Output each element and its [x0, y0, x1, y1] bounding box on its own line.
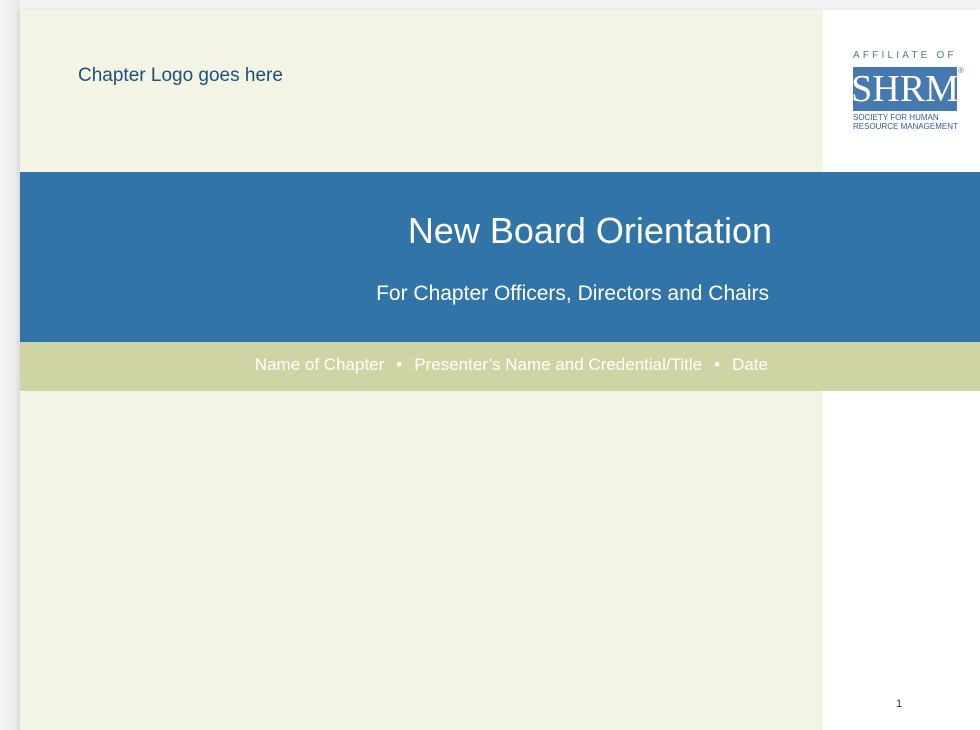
- slide[interactable]: Chapter Logo goes here AFFILIATE OF SHRM…: [20, 10, 980, 730]
- shrm-wordmark-box: SHRM: [851, 67, 959, 111]
- shrm-logo: AFFILIATE OF SHRM ® SOCIETY FOR HUMAN RE…: [851, 50, 965, 140]
- presenter-name: Presenter’s Name and Credential/Title: [414, 355, 703, 374]
- bullet-separator: •: [714, 355, 721, 374]
- shrm-wordmark: SHRM: [851, 68, 959, 110]
- presentation-date: Date: [732, 355, 768, 374]
- shrm-tagline-line-2: RESOURCE MANAGEMENT: [853, 122, 958, 131]
- shrm-tagline-line-1: SOCIETY FOR HUMAN: [853, 113, 939, 122]
- chapter-logo-placeholder[interactable]: Chapter Logo goes here: [78, 65, 283, 87]
- registered-mark: ®: [958, 66, 964, 75]
- info-band: Name of Chapter • Presenter’s Name and C…: [20, 342, 980, 391]
- window-top-edge: [0, 0, 980, 10]
- slide-title[interactable]: New Board Orientation: [408, 210, 772, 252]
- presenter-info-line[interactable]: Name of Chapter • Presenter’s Name and C…: [255, 355, 768, 375]
- shrm-affiliate-text: AFFILIATE OF: [853, 50, 957, 61]
- title-band: New Board Orientation For Chapter Office…: [20, 172, 980, 342]
- window-left-edge: [0, 0, 20, 730]
- page-number: 1: [896, 698, 903, 710]
- chapter-name: Name of Chapter: [254, 355, 385, 374]
- shrm-tagline: SOCIETY FOR HUMAN RESOURCE MANAGEMENT: [853, 113, 965, 131]
- bullet-separator: •: [396, 355, 403, 374]
- slide-subtitle[interactable]: For Chapter Officers, Directors and Chai…: [376, 282, 769, 306]
